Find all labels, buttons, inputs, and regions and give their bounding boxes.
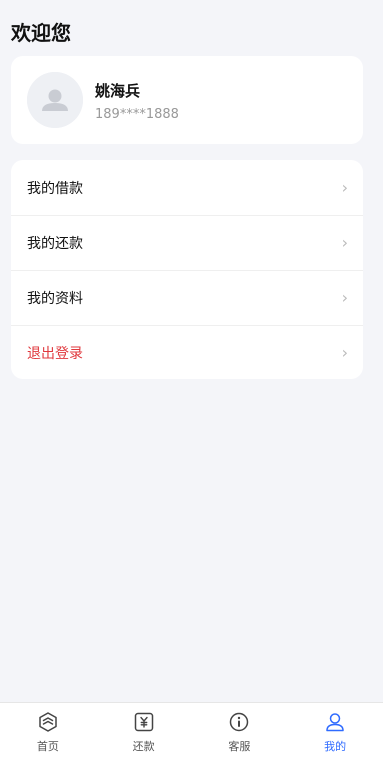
user-icon [326,713,344,732]
tab-label: 我的 [324,740,347,753]
user-name: 姚海兵 [95,82,141,100]
tab-label: 还款 [132,740,155,753]
menu-item-label: 我的资料 [27,291,83,307]
avatar[interactable] [27,72,83,128]
bottom-tab-bar: 首页 还款 客服 我的 [0,702,383,759]
page-title: 欢迎您 [11,21,71,45]
profile-page: 欢迎您 姚海兵 189****1888 我的借款 › 我的还款 › 我的资料 ›… [0,0,383,759]
chevron-right-icon: › [341,343,348,362]
tab-service[interactable]: 客服 [192,703,288,759]
info-icon [230,712,249,732]
menu-item-my-repayments[interactable]: 我的还款 › [11,215,363,270]
chevron-right-icon: › [341,233,348,252]
menu-item-logout[interactable]: 退出登录 › [11,325,363,379]
menu-item-label: 我的还款 [27,236,83,252]
tab-repay[interactable]: 还款 [96,703,192,759]
tab-label: 客服 [228,740,251,753]
chevron-right-icon: › [341,288,348,307]
repay-icon [134,712,153,732]
chevron-right-icon: › [341,177,348,197]
tab-mine[interactable]: 我的 [287,703,383,759]
tab-home[interactable]: 首页 [0,703,96,759]
home-icon [39,712,57,732]
menu-item-my-loans[interactable]: 我的借款 › [11,160,363,215]
menu-list: 我的借款 › 我的还款 › 我的资料 › 退出登录 › [11,160,363,379]
tab-label: 首页 [36,740,59,753]
default-avatar-icon [27,72,83,128]
user-phone: 189****1888 [95,107,179,122]
menu-item-label: 退出登录 [27,346,83,362]
menu-item-label: 我的借款 [27,180,83,197]
menu-item-my-profile[interactable]: 我的资料 › [11,270,363,325]
profile-card[interactable]: 姚海兵 189****1888 [11,56,363,144]
